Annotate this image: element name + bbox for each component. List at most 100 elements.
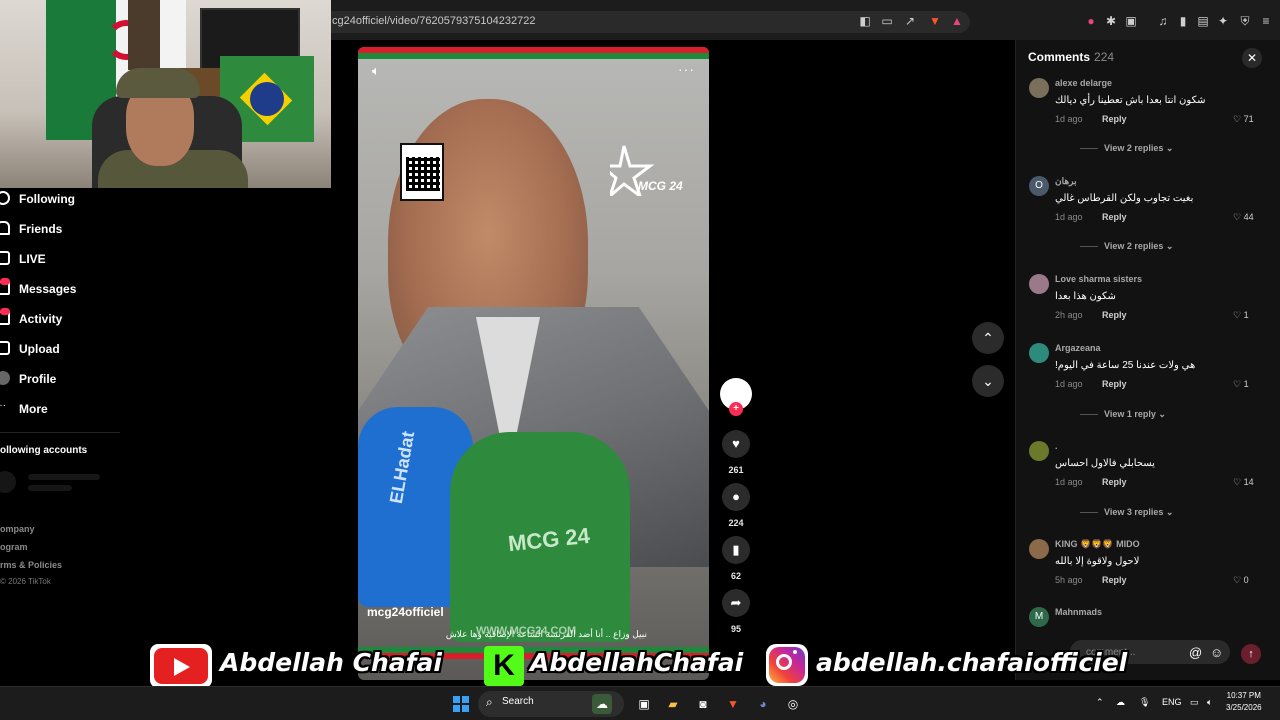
sidebar-item-label: Messages <box>19 282 77 296</box>
address-bar-url[interactable]: cg24officiel/video/7620579375104232722 <box>332 15 535 27</box>
follow-plus-icon[interactable]: + <box>729 402 743 416</box>
footer-link-company[interactable]: ompany <box>0 524 35 534</box>
task-view-icon[interactable]: ▣ <box>634 694 654 714</box>
extension-u-icon[interactable]: ● <box>1084 14 1098 28</box>
comment-author[interactable]: Argazeana <box>1055 343 1101 353</box>
menu-icon[interactable]: ≡ <box>1259 14 1273 28</box>
extension-box-icon[interactable]: ▣ <box>1124 14 1138 28</box>
share-icon[interactable]: ↗ <box>903 14 917 28</box>
comment-author[interactable]: Love sharma sisters <box>1055 274 1142 284</box>
sidebar-item-messages[interactable]: Messages <box>0 278 140 300</box>
discord-icon[interactable]: ◕ <box>753 694 773 714</box>
sidebar-item-activity[interactable]: Activity <box>0 308 140 330</box>
obs-icon[interactable]: ◎ <box>783 694 803 714</box>
previous-video-button[interactable]: ⌃ <box>972 322 1004 354</box>
volume-icon[interactable]: 🔈︎ <box>372 63 380 79</box>
sidebar-item-label: Activity <box>19 312 63 326</box>
tiktok-sidebar: Following Friends LIVE Messages Activity… <box>0 188 140 688</box>
view-replies-button[interactable]: View 2 replies ⌄ <box>1080 241 1173 252</box>
sidebar-item-more[interactable]: ··· More <box>0 398 140 420</box>
comment-like-button[interactable]: ♡ 0 <box>1233 575 1249 586</box>
cast-icon[interactable]: ▭ <box>880 14 894 28</box>
comment-count: 224 <box>728 518 744 528</box>
extension-icon[interactable]: ✱ <box>1104 14 1118 28</box>
network-icon[interactable]: ▭ <box>1190 697 1199 708</box>
taskbar-search-label: Search <box>502 696 534 707</box>
comments-count: 224 <box>1094 50 1115 64</box>
reply-button[interactable]: Reply <box>1102 310 1127 320</box>
sidebar-toggle-icon[interactable]: ▮ <box>1176 14 1190 28</box>
avatar[interactable]: M <box>1029 607 1049 627</box>
comment-like-count: 14 <box>1243 477 1254 487</box>
cloud-icon[interactable]: ☁ <box>1116 697 1125 708</box>
comment-author[interactable]: KING 🦁🦁🦁 MIDO <box>1055 539 1140 550</box>
avatar[interactable] <box>1029 274 1049 294</box>
comment-author[interactable]: Mahnmads <box>1055 607 1102 617</box>
more-options-icon[interactable]: ··· <box>678 61 695 77</box>
reply-button[interactable]: Reply <box>1102 379 1127 389</box>
avatar[interactable] <box>1029 343 1049 363</box>
comment-author[interactable]: برهان <box>1055 176 1077 187</box>
comment-like-button[interactable]: ♡ 44 <box>1233 212 1254 223</box>
sidebar-item-profile[interactable]: Profile <box>0 368 140 390</box>
footer-link-terms[interactable]: rms & Policies <box>0 560 62 570</box>
comment-text: شكون انتا بعدا باش تعطينا رأي ديالك <box>1055 95 1206 106</box>
reply-button[interactable]: Reply <box>1102 477 1127 487</box>
comment-author[interactable]: alexe delarge <box>1055 78 1112 88</box>
volume-icon[interactable]: 🔈︎ <box>1207 697 1212 708</box>
chevron-up-icon[interactable]: ⌃ <box>1096 697 1104 708</box>
sidebar-item-live[interactable]: LIVE <box>0 248 140 270</box>
like-button[interactable]: ♥ <box>722 430 750 458</box>
share-arrow-icon: ➦ <box>730 595 742 610</box>
avatar[interactable]: O <box>1029 176 1049 196</box>
music-icon[interactable]: ♫ <box>1156 14 1170 28</box>
comment-like-button[interactable]: ♡ 71 <box>1233 114 1254 125</box>
reply-button[interactable]: Reply <box>1102 575 1127 585</box>
view-replies-button[interactable]: View 2 replies ⌄ <box>1080 143 1173 154</box>
mcg24-logo-text: MCG 24 <box>638 179 683 193</box>
comment-time: 1d ago <box>1055 114 1083 124</box>
view-replies-button[interactable]: View 1 reply ⌄ <box>1080 409 1166 420</box>
footer-link-program[interactable]: ogram <box>0 542 28 552</box>
sidebar-item-upload[interactable]: Upload <box>0 338 140 360</box>
microphone-icon[interactable]: 🎙︎ <box>1139 697 1150 708</box>
reader-icon[interactable]: ◧ <box>858 14 872 28</box>
leo-icon[interactable]: ✦ <box>1216 14 1230 28</box>
next-video-button[interactable]: ⌄ <box>972 365 1004 397</box>
camera-app-icon[interactable]: ◙ <box>693 694 713 714</box>
sidebar-item-friends[interactable]: Friends <box>0 218 140 240</box>
windows-start-icon[interactable] <box>453 696 469 712</box>
share-button[interactable]: ➦ <box>722 589 750 617</box>
system-clock[interactable]: 10:37 PM 3/25/2026 <box>1226 690 1262 714</box>
video-player[interactable]: ELHadat MCG 24 MCG 24 🔈︎ ··· WWW.MCG24.C… <box>358 47 709 680</box>
avatar[interactable] <box>1029 539 1049 559</box>
video-author[interactable]: mcg24officiel <box>367 605 444 619</box>
view-replies-button[interactable]: View 3 replies ⌄ <box>1080 507 1173 518</box>
brave-shield-icon[interactable]: ▼ <box>928 14 942 28</box>
avatar[interactable] <box>1029 78 1049 98</box>
comment-time: 2h ago <box>1055 310 1083 320</box>
avatar[interactable] <box>1029 441 1049 461</box>
friends-icon <box>0 221 10 235</box>
reply-button[interactable]: Reply <box>1102 212 1127 222</box>
save-button[interactable]: ▮ <box>722 536 750 564</box>
brave-rewards-icon[interactable]: ▲ <box>950 14 964 28</box>
close-icon: ✕ <box>1246 51 1258 65</box>
sidebar-item-label: Following <box>19 192 75 206</box>
close-comments-button[interactable]: ✕ <box>1242 48 1262 68</box>
file-explorer-icon[interactable]: ▰ <box>663 694 683 714</box>
sidebar-item-following[interactable]: Following <box>0 188 140 210</box>
comment-like-button[interactable]: ♡ 1 <box>1233 310 1249 321</box>
reply-button[interactable]: Reply <box>1102 114 1127 124</box>
comment-author[interactable]: . <box>1055 441 1058 451</box>
comment-button[interactable]: ● <box>722 483 750 511</box>
comment-like-button[interactable]: ♡ 1 <box>1233 379 1249 390</box>
vpn-icon[interactable]: ⛨ <box>1238 14 1252 28</box>
comment-like-button[interactable]: ♡ 14 <box>1233 477 1254 488</box>
widget-icon[interactable]: ☁ <box>592 694 612 714</box>
kick-icon: K <box>484 646 524 686</box>
brave-browser-icon[interactable]: ▼ <box>723 694 743 714</box>
comment-text: !هي ولات عندنا 25 ساعة في اليوم <box>1055 360 1196 371</box>
language-indicator[interactable]: ENG <box>1162 697 1182 707</box>
wallet-icon[interactable]: ▤ <box>1196 14 1210 28</box>
